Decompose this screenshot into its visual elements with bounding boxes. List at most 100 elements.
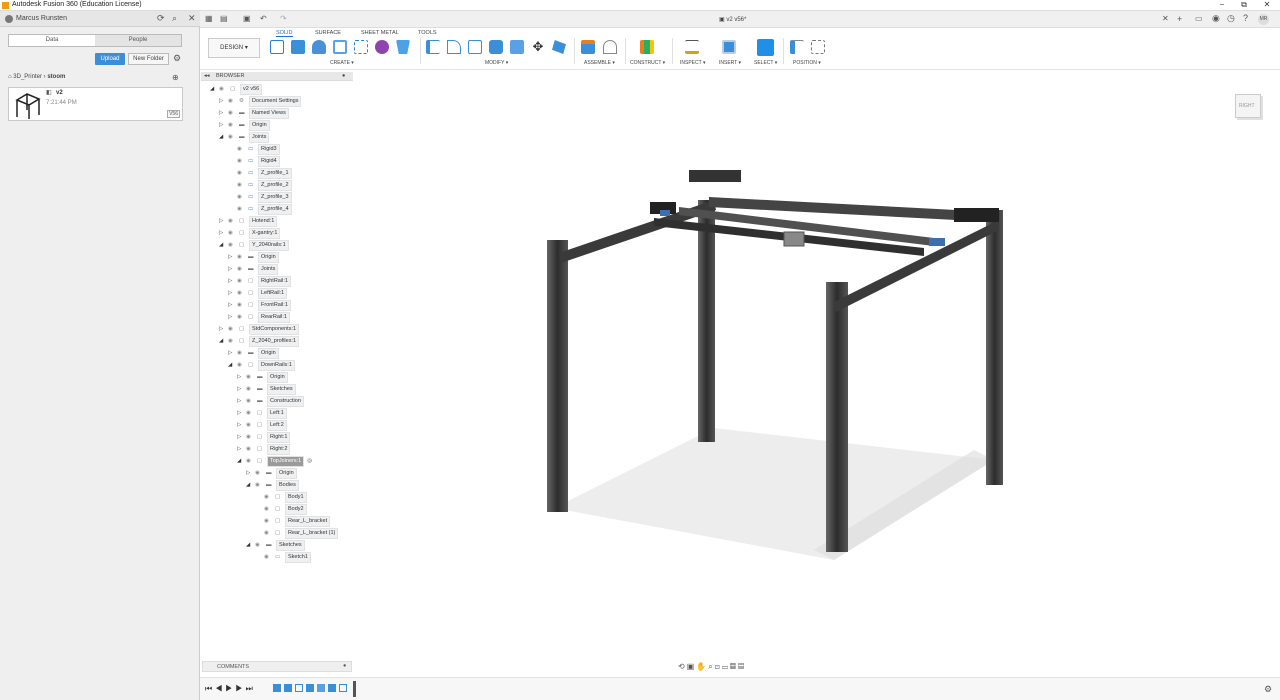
model-canvas[interactable] [354,70,1280,670]
visibility-eye-icon[interactable]: ◉ [246,396,257,407]
upload-button[interactable]: Upload [95,53,125,65]
job-status-icon[interactable]: ▭ [1195,15,1203,23]
loft-icon[interactable] [354,40,368,54]
joint-icon[interactable] [603,40,617,54]
browser-tree-item[interactable]: ◉ ▢ Rear_L_bracket (1) [255,528,339,539]
chamfer-icon[interactable] [468,40,482,54]
visibility-eye-icon[interactable]: ◉ [246,372,257,383]
visibility-eye-icon[interactable]: ◉ [255,540,266,551]
group-create[interactable]: CREATE ▾ [330,60,354,66]
timeline-feature-icon[interactable] [317,684,325,692]
create-more-icon[interactable] [396,40,410,54]
document-tab[interactable]: ▣ v2 v56* [719,16,746,23]
expand-arrow-icon[interactable]: ▷ [246,468,255,479]
collapse-arrow-icon[interactable]: ◢ [228,360,237,371]
expand-arrow-icon[interactable]: ▷ [219,108,228,119]
close-tab-icon[interactable]: ✕ [1162,15,1169,23]
group-position[interactable]: POSITION ▾ [793,60,821,66]
browser-tree-item[interactable]: ▷ ◉ ▬ Sketches [237,384,296,395]
visibility-eye-icon[interactable]: ◉ [264,492,275,503]
help-icon[interactable]: ? [1243,14,1248,23]
group-insert[interactable]: INSERT ▾ [719,60,741,66]
visibility-eye-icon[interactable]: ◉ [237,180,248,191]
fit-icon[interactable]: ⊡ [715,662,722,671]
revolve-icon[interactable] [312,40,326,54]
browser-tree-item[interactable]: ◢ ◉ ▢ TopJoiners:1 ◎ [237,456,312,467]
activate-radio-icon[interactable]: ◎ [307,458,312,464]
view-cube[interactable]: RIGHT [1229,90,1267,122]
tab-tools[interactable]: TOOLS [418,30,437,36]
visibility-eye-icon[interactable]: ◉ [237,276,248,287]
collapse-arrow-icon[interactable]: ◢ [246,540,255,551]
search-icon[interactable]: ⌕ [172,14,177,23]
comments-panel[interactable]: COMMENTS ● [202,661,352,672]
group-inspect[interactable]: INSPECT ▾ [680,60,706,66]
browser-tree-item[interactable]: ▷ ◉ ▬ Named Views [219,108,289,119]
browser-header[interactable]: ◂◂ BROWSER ● [201,72,353,81]
visibility-eye-icon[interactable]: ◉ [264,552,275,563]
browser-options-icon[interactable]: ● [342,73,345,79]
browser-tree-item[interactable]: ◉ ▭ Z_profile_1 [228,168,292,179]
restore-button[interactable]: ⧉ [1234,0,1254,10]
new-component-icon[interactable] [581,40,595,54]
browser-tree-item[interactable]: ◉ ▭ Z_profile_3 [228,192,292,203]
visibility-eye-icon[interactable]: ◉ [237,156,248,167]
expand-arrow-icon[interactable]: ▷ [237,444,246,455]
comments-toggle-icon[interactable]: ● [343,663,346,669]
pan-icon[interactable]: ✋ [696,662,708,671]
expand-arrow-icon[interactable]: ▷ [228,264,237,275]
file-menu-icon[interactable]: ▤ [220,15,228,23]
extrude-icon[interactable] [291,40,305,54]
browser-tree-item[interactable]: ▷ ◉ ▬ Origin [246,468,297,479]
tab-sheet-metal[interactable]: SHEET METAL [361,30,399,36]
visibility-eye-icon[interactable]: ◉ [264,516,275,527]
visibility-eye-icon[interactable]: ◉ [237,252,248,263]
timeline-feature-icon[interactable] [284,684,292,692]
browser-tree-item[interactable]: ◢ ◉ ▬ Joints [219,132,270,143]
visibility-eye-icon[interactable]: ◉ [255,480,266,491]
timeline-feature-icon[interactable] [273,684,281,692]
visibility-eye-icon[interactable]: ◉ [264,528,275,539]
browser-tree-item[interactable]: ◢ ◉ ▬ Sketches [246,540,305,551]
visibility-eye-icon[interactable]: ◉ [228,108,239,119]
new-project-icon[interactable]: ⊕ [172,74,179,82]
browser-tree-item[interactable]: ▷ ◉ ▢ Hotend:1 [219,216,278,227]
visibility-eye-icon[interactable]: ◉ [219,84,230,95]
sweep-icon[interactable] [333,40,347,54]
shell-icon[interactable] [489,40,503,54]
expand-arrow-icon[interactable]: ▷ [237,432,246,443]
visibility-eye-icon[interactable]: ◉ [228,96,239,107]
refresh-icon[interactable]: ⟳ [157,14,165,23]
browser-tree-item[interactable]: ▷ ◉ ▢ Right:2 [237,444,291,455]
browser-tree-item[interactable]: ▷ ◉ ⚙ Document Settings [219,96,302,107]
expand-arrow-icon[interactable]: ▷ [228,300,237,311]
browser-tree-item[interactable]: ◉ ▭ Rigid3 [228,144,280,155]
grid-menu-icon[interactable]: ▦ [205,15,213,23]
browser-tree-item[interactable]: ▷ ◉ ▬ Origin [228,348,279,359]
browser-tree-item[interactable]: ▷ ◉ ▢ LeftRail:1 [228,288,288,299]
insert-image-icon[interactable] [722,40,736,54]
timeline-feature-icon[interactable] [306,684,314,692]
display-settings-icon[interactable]: ▭ [722,662,730,671]
browser-tree-item[interactable]: ▷ ◉ ▬ Joints [228,264,279,275]
grid-settings-icon[interactable]: ▦ [730,662,738,671]
visibility-eye-icon[interactable]: ◉ [246,456,257,467]
visibility-eye-icon[interactable]: ◉ [246,384,257,395]
align-icon[interactable] [552,40,566,54]
expand-arrow-icon[interactable]: ▷ [219,96,228,107]
look-at-icon[interactable]: ▣ [687,662,697,671]
orbit-icon[interactable]: ⟲ [678,662,687,671]
play-icon[interactable]: ▶ [225,684,235,693]
fillet-icon[interactable] [447,40,461,54]
browser-tree-item[interactable]: ◉ ▭ Z_profile_4 [228,204,292,215]
move-icon[interactable]: ✥ [531,40,545,54]
new-folder-button[interactable]: New Folder [128,53,169,65]
save-icon[interactable]: ▣ [243,15,251,23]
combine-icon[interactable] [510,40,524,54]
browser-tree-item[interactable]: ◉ ▢ Body1 [255,492,307,503]
collapse-arrow-icon[interactable]: ◢ [237,456,246,467]
breadcrumb-item[interactable]: stoom [47,74,65,80]
step-forward-icon[interactable]: ▶ [235,684,245,693]
offset-plane-icon[interactable] [640,40,654,54]
close-panel-icon[interactable]: ✕ [188,14,196,23]
